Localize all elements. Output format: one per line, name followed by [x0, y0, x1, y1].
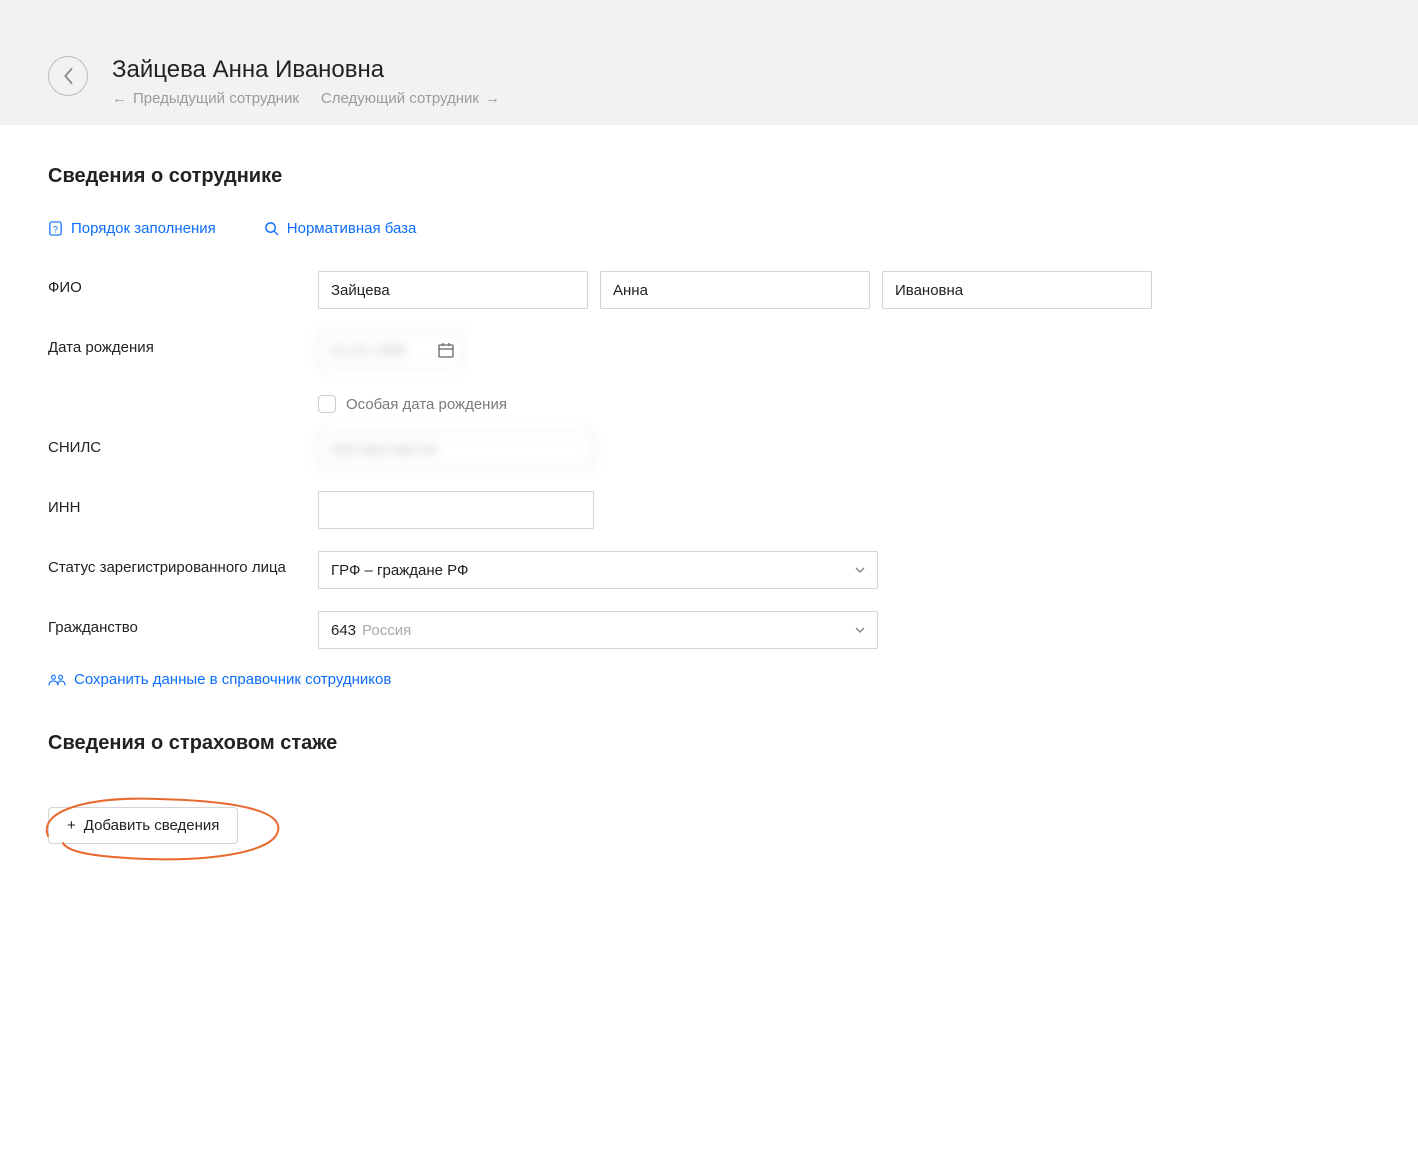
citizenship-label: Гражданство [48, 611, 318, 636]
save-to-directory-label: Сохранить данные в справочник сотруднико… [74, 671, 391, 688]
chevron-down-icon [854, 564, 866, 576]
birthdate-label: Дата рождения [48, 331, 318, 356]
fill-order-label: Порядок заполнения [71, 220, 216, 237]
chevron-down-icon [854, 624, 866, 636]
save-to-directory-link[interactable]: Сохранить данные в справочник сотруднико… [48, 671, 1152, 688]
normative-label: Нормативная база [287, 220, 417, 237]
page-title: Зайцева Анна Ивановна [112, 56, 500, 84]
arrow-left-icon: ← [112, 90, 127, 107]
next-employee-link[interactable]: Следующий сотрудник → [321, 90, 500, 107]
section-insurance-title: Сведения о страховом стаже [48, 732, 1152, 755]
header-bar: Зайцева Анна Ивановна ← Предыдущий сотру… [0, 0, 1418, 125]
status-value: ГРФ – граждане РФ [331, 562, 468, 579]
lastname-input[interactable] [318, 271, 588, 309]
svg-text:?: ? [53, 224, 58, 234]
fill-order-link[interactable]: ? Порядок заполнения [48, 220, 216, 237]
arrow-right-icon: → [485, 90, 500, 107]
status-label: Статус зарегистрированного лица [48, 551, 318, 576]
add-info-button[interactable]: + Добавить сведения [48, 807, 238, 844]
inn-input[interactable] [318, 491, 594, 529]
back-button[interactable] [48, 56, 88, 96]
people-icon [48, 673, 66, 687]
normative-link[interactable]: Нормативная база [264, 220, 417, 237]
special-birthdate-checkbox[interactable] [318, 395, 336, 413]
special-birthdate-label: Особая дата рождения [346, 396, 507, 413]
firstname-input[interactable] [600, 271, 870, 309]
snils-label: СНИЛС [48, 431, 318, 456]
chevron-left-icon [62, 67, 74, 85]
prev-employee-label: Предыдущий сотрудник [133, 90, 299, 107]
citizenship-select[interactable]: 643 Россия [318, 611, 878, 649]
search-icon [264, 221, 279, 236]
section-employee-title: Сведения о сотруднике [48, 165, 1152, 188]
snils-input[interactable] [318, 431, 594, 469]
next-employee-label: Следующий сотрудник [321, 90, 479, 107]
help-icon: ? [48, 221, 63, 236]
inn-label: ИНН [48, 491, 318, 516]
add-info-label: Добавить сведения [84, 817, 220, 834]
status-select[interactable]: ГРФ – граждане РФ [318, 551, 878, 589]
calendar-icon[interactable] [438, 342, 454, 358]
citizenship-code: 643 [331, 622, 356, 639]
prev-employee-link[interactable]: ← Предыдущий сотрудник [112, 90, 299, 107]
fio-label: ФИО [48, 271, 318, 296]
citizenship-name: Россия [362, 622, 411, 639]
plus-icon: + [67, 817, 76, 834]
patronymic-input[interactable] [882, 271, 1152, 309]
